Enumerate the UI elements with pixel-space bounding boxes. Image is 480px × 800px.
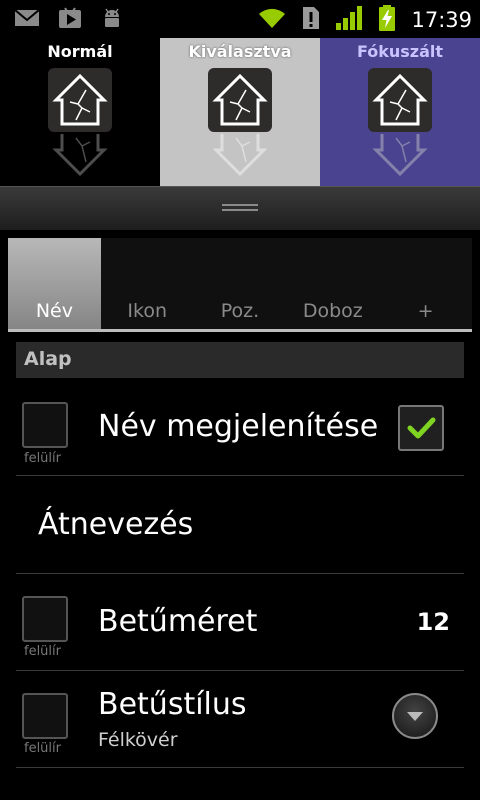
drawer-handle[interactable]: [0, 186, 480, 230]
rename-title: Átnevezés: [38, 507, 194, 542]
status-bar: 17:39: [0, 0, 480, 38]
override-label: felülír: [24, 644, 61, 659]
state-preview-strip: Normál Kiválasztva Fókuszált: [0, 38, 480, 186]
override-label: felülír: [24, 451, 61, 466]
preview-normal: Normál: [0, 38, 160, 186]
show-name-title: Név megjelenítése: [98, 409, 379, 444]
preview-focused-label: Fókuszált: [356, 42, 444, 61]
override-checkbox[interactable]: [22, 693, 68, 739]
clock: 17:39: [411, 8, 472, 32]
gmail-icon: [14, 8, 40, 32]
font-style-value: Félkövér: [98, 729, 178, 751]
home-icon-reflection: [208, 134, 272, 178]
preview-normal-label: Normál: [47, 42, 113, 61]
play-store-icon: [58, 6, 82, 34]
override-checkbox[interactable]: [22, 402, 68, 448]
override-label: felülír: [24, 741, 61, 756]
android-debug-icon: [100, 6, 124, 34]
override-checkbox[interactable]: [22, 596, 68, 642]
home-icon: [208, 68, 272, 132]
font-size-row[interactable]: felülír Betűméret 12: [16, 574, 464, 671]
signal-icon: [335, 5, 363, 35]
wifi-icon: [257, 6, 287, 34]
preview-focused: Fókuszált: [320, 38, 480, 186]
home-icon: [368, 68, 432, 132]
home-icon-reflection: [368, 134, 432, 178]
home-icon-reflection: [48, 134, 112, 178]
chevron-down-icon: [407, 712, 423, 721]
font-size-value: 12: [416, 608, 450, 636]
font-style-row[interactable]: felülír Betűstílus Félkövér: [16, 671, 464, 768]
tab-bar: Név Ikon Poz. Doboz +: [8, 238, 472, 330]
tab-underline: [8, 329, 472, 332]
font-size-title: Betűméret: [98, 604, 258, 639]
grip-icon: [222, 204, 258, 214]
battery-charging-icon: [377, 4, 397, 36]
tab-name[interactable]: Név: [8, 238, 101, 330]
rename-row[interactable]: Átnevezés: [16, 477, 464, 574]
checkmark-icon: [407, 417, 436, 439]
home-icon: [48, 68, 112, 132]
tab-position[interactable]: Poz.: [194, 238, 287, 330]
preview-selected: Kiválasztva: [160, 38, 320, 186]
preview-selected-label: Kiválasztva: [188, 42, 292, 61]
font-style-dropdown[interactable]: [392, 693, 438, 739]
tab-more[interactable]: +: [379, 238, 472, 330]
section-header: Alap: [16, 342, 464, 378]
alert-icon: [301, 5, 321, 35]
section-title: Alap: [24, 348, 72, 370]
font-style-title: Betűstílus: [98, 687, 247, 722]
tab-box[interactable]: Doboz: [286, 238, 379, 330]
show-name-checkbox[interactable]: [398, 405, 444, 451]
show-name-row[interactable]: felülír Név megjelenítése: [16, 379, 464, 476]
tab-icon[interactable]: Ikon: [101, 238, 194, 330]
